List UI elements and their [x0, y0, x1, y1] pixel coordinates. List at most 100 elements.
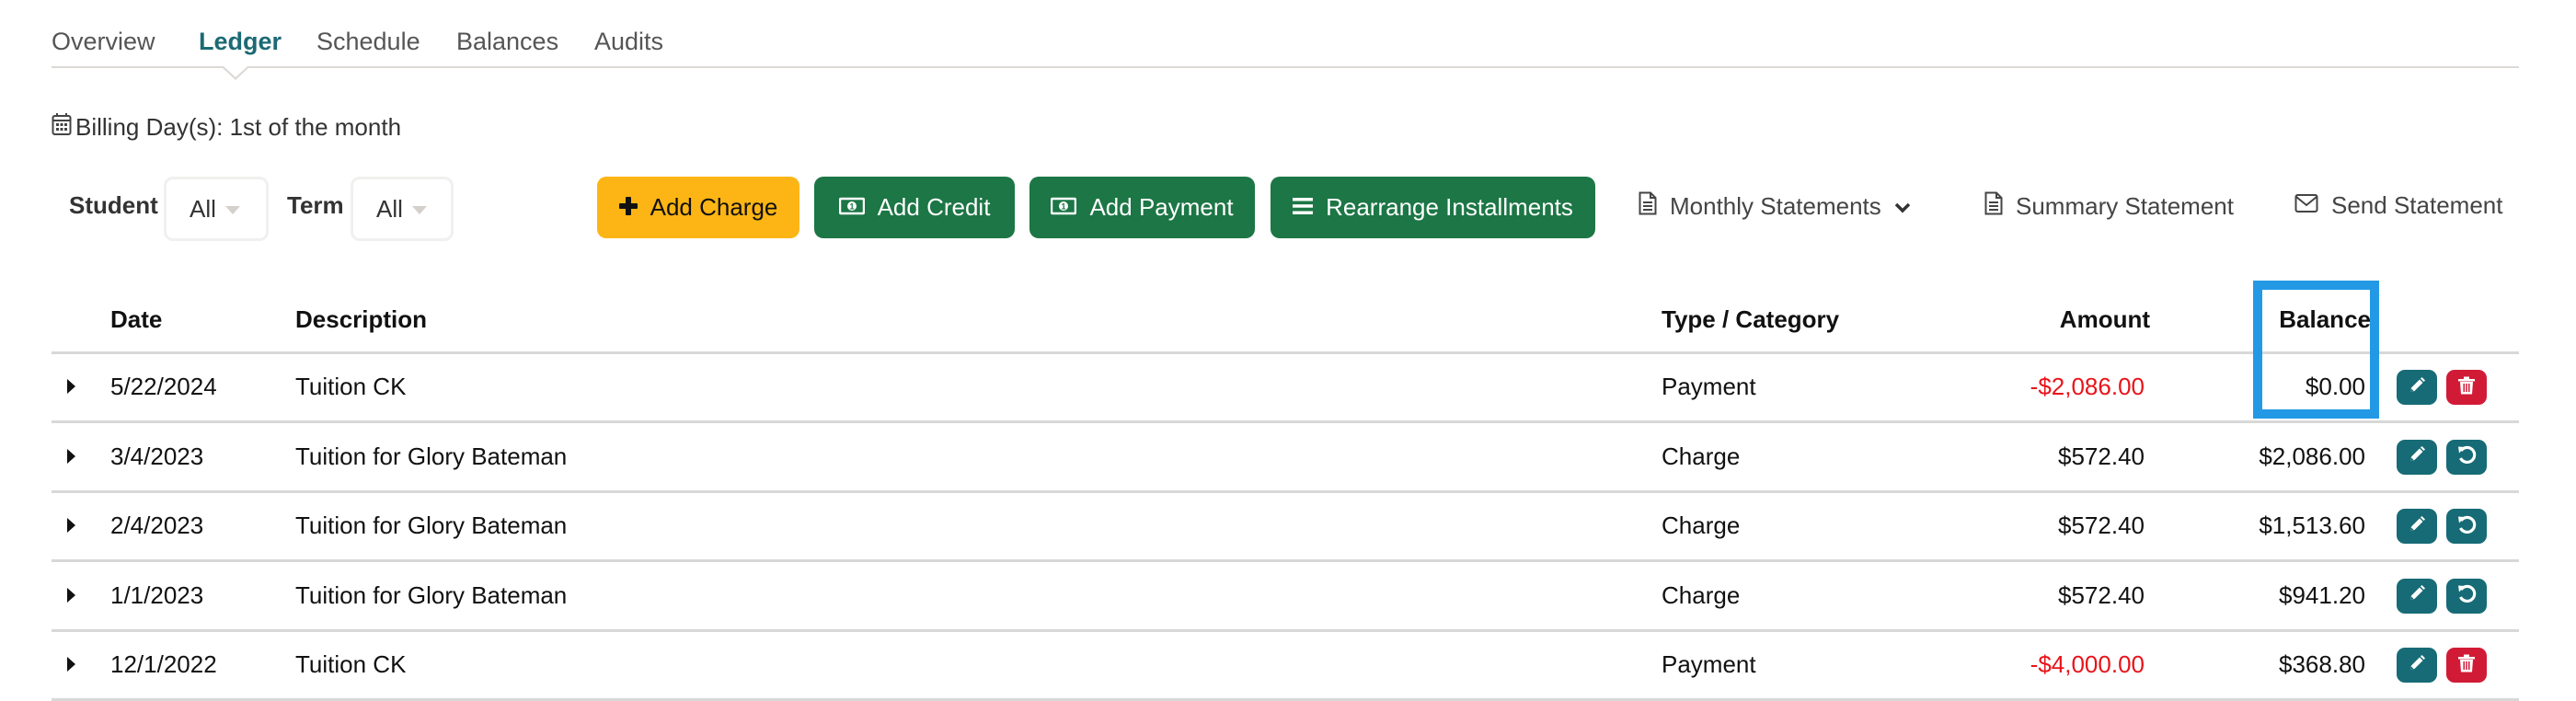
- tab-balances[interactable]: Balances: [456, 26, 558, 57]
- chevron-down-icon: [1894, 192, 1911, 221]
- summary-statement-label: Summary Statement: [2016, 192, 2234, 220]
- table-row: 5/22/2024 Tuition CK Payment -$2,086.00 …: [52, 353, 2519, 423]
- student-filter-label: Student: [69, 191, 158, 219]
- undo-button[interactable]: [2446, 439, 2487, 475]
- tab-overview[interactable]: Overview: [52, 26, 155, 57]
- table-row: 2/4/2023 Tuition for Glory Bateman Charg…: [52, 492, 2519, 562]
- row-balance: $2,086.00: [2259, 442, 2365, 470]
- expand-row-caret-icon[interactable]: [67, 518, 75, 533]
- summary-statement-button[interactable]: Summary Statement: [1984, 191, 2234, 222]
- row-amount: -$2,086.00: [2030, 373, 2145, 400]
- edit-button[interactable]: [2397, 509, 2437, 544]
- edit-button[interactable]: [2397, 439, 2437, 475]
- expand-row-caret-icon[interactable]: [67, 657, 75, 672]
- delete-button[interactable]: [2446, 648, 2487, 683]
- active-tab-indicator: [222, 66, 249, 80]
- student-select-value: All: [190, 194, 216, 223]
- chevron-down-icon: [224, 205, 240, 214]
- row-date: 12/1/2022: [110, 650, 217, 678]
- student-select[interactable]: All: [164, 177, 269, 241]
- tab-ledger[interactable]: Ledger: [199, 26, 282, 57]
- trash-icon: [2458, 376, 2475, 399]
- undo-icon: [2456, 583, 2477, 608]
- row-date: 1/1/2023: [110, 580, 204, 609]
- expand-row-caret-icon[interactable]: [67, 587, 75, 603]
- send-statement-button[interactable]: Send Statement: [2294, 191, 2502, 220]
- row-description: Tuition CK: [295, 373, 407, 400]
- row-description: Tuition for Glory Bateman: [295, 511, 568, 539]
- row-description: Tuition CK: [295, 650, 407, 678]
- table-row: 12/1/2022 Tuition CK Payment -$4,000.00 …: [52, 631, 2519, 701]
- add-payment-button[interactable]: 1 Add Payment: [1029, 177, 1255, 238]
- row-type: Charge: [1662, 580, 1741, 609]
- chevron-down-icon: [411, 205, 427, 214]
- tab-audits[interactable]: Audits: [594, 26, 663, 57]
- monthly-statements-label: Monthly Statements: [1670, 192, 1881, 220]
- edit-button[interactable]: [2397, 648, 2437, 683]
- rearrange-installments-label: Rearrange Installments: [1326, 193, 1573, 221]
- billing-day-text: Billing Day(s): 1st of the month: [75, 113, 402, 141]
- table-row: 1/1/2023 Tuition for Glory Bateman Charg…: [52, 562, 2519, 632]
- document-icon: [1639, 191, 1657, 222]
- add-payment-label: Add Payment: [1089, 193, 1234, 221]
- pencil-icon: [2408, 376, 2426, 399]
- row-amount: $572.40: [2058, 580, 2145, 609]
- row-balance: $1,513.60: [2259, 511, 2365, 539]
- row-type: Charge: [1662, 442, 1741, 470]
- column-header-type[interactable]: Type / Category: [1662, 305, 1839, 334]
- row-date: 5/22/2024: [110, 373, 217, 400]
- row-amount: $572.40: [2058, 511, 2145, 539]
- row-balance: $941.20: [2279, 580, 2365, 609]
- add-credit-label: Add Credit: [877, 193, 991, 221]
- svg-text:1: 1: [1062, 202, 1066, 212]
- money-bill-icon: 1: [838, 193, 865, 222]
- delete-button[interactable]: [2446, 370, 2487, 405]
- bars-icon: [1293, 193, 1314, 222]
- edit-button[interactable]: [2397, 578, 2437, 614]
- add-charge-label: Add Charge: [650, 193, 778, 221]
- pencil-icon: [2408, 445, 2426, 468]
- envelope-icon: [2294, 191, 2318, 220]
- monthly-statements-dropdown[interactable]: Monthly Statements: [1639, 191, 1911, 222]
- term-select[interactable]: All: [351, 177, 454, 241]
- row-amount: $572.40: [2058, 442, 2145, 470]
- tab-underline: [52, 66, 2519, 68]
- add-charge-button[interactable]: Add Charge: [597, 177, 799, 238]
- pencil-icon: [2408, 584, 2426, 607]
- row-amount: -$4,000.00: [2030, 650, 2145, 678]
- row-type: Charge: [1662, 511, 1741, 539]
- billing-info: Billing Day(s): 1st of the month: [52, 112, 401, 143]
- pencil-icon: [2408, 515, 2426, 538]
- expand-row-caret-icon[interactable]: [67, 448, 75, 464]
- undo-button[interactable]: [2446, 509, 2487, 544]
- rearrange-installments-button[interactable]: Rearrange Installments: [1271, 177, 1595, 238]
- svg-text:1: 1: [849, 202, 854, 212]
- row-description: Tuition for Glory Bateman: [295, 580, 568, 609]
- add-credit-button[interactable]: 1 Add Credit: [814, 177, 1015, 238]
- plus-icon: [618, 193, 638, 222]
- row-type: Payment: [1662, 650, 1756, 678]
- row-description: Tuition for Glory Bateman: [295, 442, 568, 470]
- expand-row-caret-icon[interactable]: [67, 379, 75, 394]
- calendar-icon: [52, 112, 72, 143]
- undo-icon: [2456, 444, 2477, 469]
- column-header-date[interactable]: Date: [110, 305, 162, 334]
- edit-button[interactable]: [2397, 370, 2437, 405]
- row-balance: $368.80: [2279, 650, 2365, 678]
- row-date: 2/4/2023: [110, 511, 204, 539]
- column-header-description[interactable]: Description: [295, 305, 427, 334]
- term-select-value: All: [376, 194, 403, 223]
- document-icon: [1984, 191, 2003, 222]
- tab-schedule[interactable]: Schedule: [316, 26, 420, 57]
- table-row: 3/4/2023 Tuition for Glory Bateman Charg…: [52, 423, 2519, 493]
- undo-button[interactable]: [2446, 578, 2487, 614]
- row-balance: $0.00: [2305, 373, 2365, 400]
- row-date: 3/4/2023: [110, 442, 204, 470]
- column-header-amount[interactable]: Amount: [2060, 305, 2150, 334]
- term-filter-label: Term: [287, 191, 344, 219]
- send-statement-label: Send Statement: [2331, 191, 2503, 219]
- column-header-balance[interactable]: Balance: [2279, 305, 2371, 334]
- pencil-icon: [2408, 654, 2426, 677]
- trash-icon: [2458, 654, 2475, 677]
- row-type: Payment: [1662, 373, 1756, 400]
